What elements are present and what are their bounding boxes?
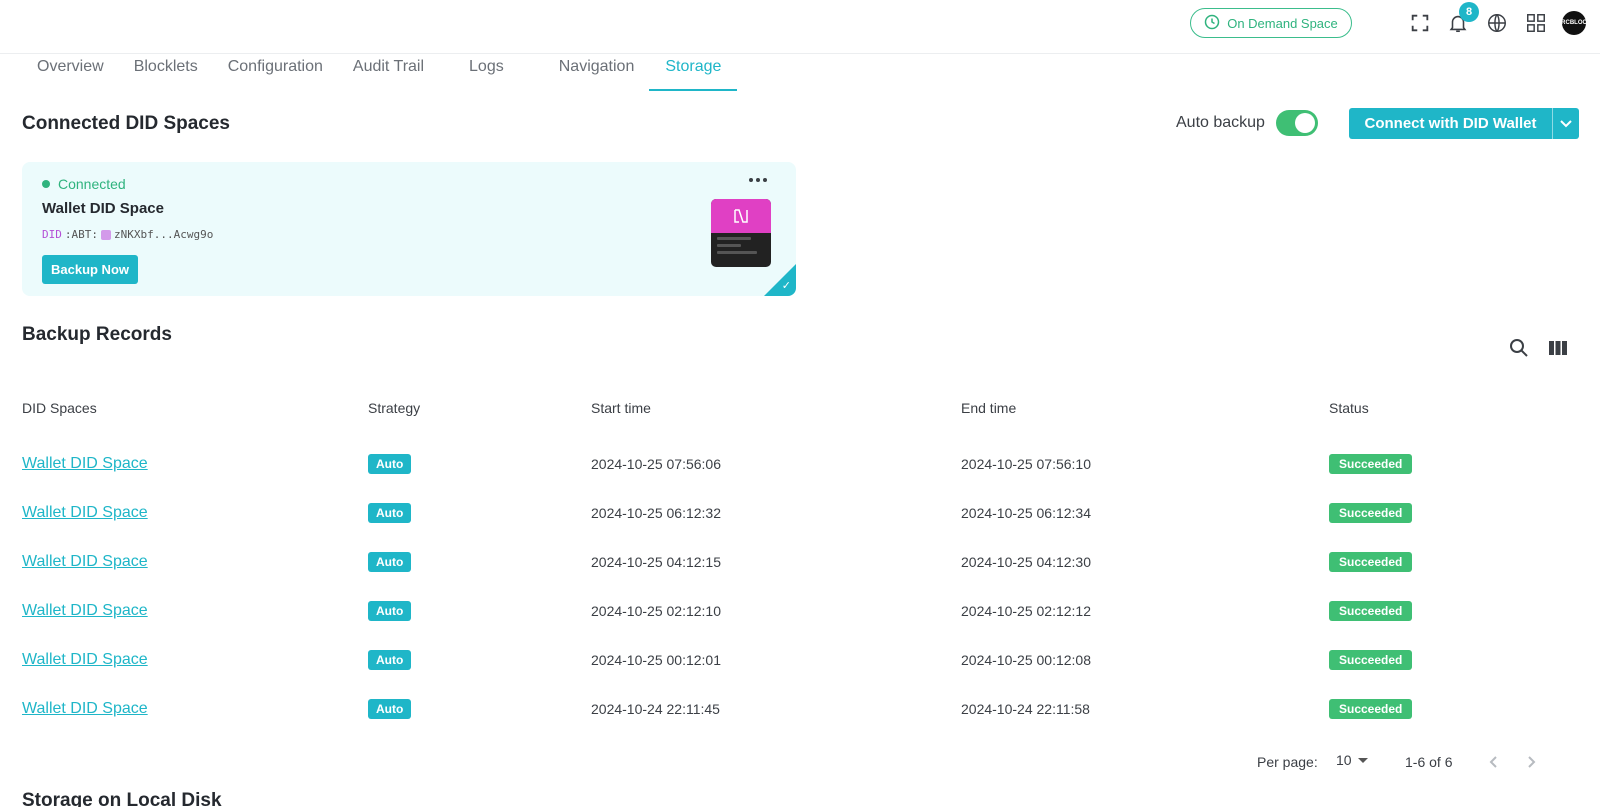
column-header-end-time[interactable]: End time <box>961 400 1016 416</box>
strategy-chip: Auto <box>368 698 412 719</box>
previous-page-icon[interactable] <box>1483 752 1503 772</box>
globe-icon[interactable] <box>1485 11 1509 35</box>
column-header-status[interactable]: Status <box>1329 400 1369 416</box>
notification-badge: 8 <box>1459 2 1479 22</box>
apps-grid-icon[interactable] <box>1524 11 1548 35</box>
start-time: 2024-10-25 07:56:06 <box>591 455 721 472</box>
strategy-chip: Auto <box>368 649 412 670</box>
status-badge: Succeeded <box>1329 600 1413 621</box>
table-row: Wallet DID Space Auto 2024-10-25 07:56:0… <box>0 439 1600 488</box>
top-bar: On Demand Space 8 ARCBLOCK <box>0 0 1600 54</box>
backup-records-title: Backup Records <box>22 324 172 345</box>
did-space-card: Connected Wallet DID Space DID :ABT: zNK… <box>22 162 796 296</box>
table-row: Wallet DID Space Auto 2024-10-25 00:12:0… <box>0 635 1600 684</box>
space-name: Wallet DID Space <box>42 200 164 217</box>
columns-icon[interactable] <box>1546 336 1570 360</box>
strategy-chip: Auto <box>368 551 412 572</box>
space-link[interactable]: Wallet DID Space <box>22 651 148 669</box>
connect-did-wallet-button[interactable]: Connect with DID Wallet <box>1349 108 1579 139</box>
toggle-knob <box>1295 113 1315 133</box>
fullscreen-icon[interactable] <box>1408 11 1432 35</box>
start-time: 2024-10-25 02:12:10 <box>591 602 721 619</box>
space-link[interactable]: Wallet DID Space <box>22 700 148 718</box>
status-dot-icon <box>42 180 50 188</box>
more-options-icon[interactable] <box>748 172 768 188</box>
tab-navigation[interactable]: Navigation <box>544 54 650 91</box>
selected-corner <box>764 264 796 296</box>
page-range: 1-6 of 6 <box>1405 754 1453 770</box>
connection-status: Connected <box>42 176 126 192</box>
strategy-chip: Auto <box>368 600 412 621</box>
end-time: 2024-10-25 00:12:08 <box>961 651 1091 668</box>
next-page-icon[interactable] <box>1522 752 1542 772</box>
search-icon[interactable] <box>1507 336 1531 360</box>
status-badge: Succeeded <box>1329 649 1413 670</box>
table-row: Wallet DID Space Auto 2024-10-24 22:11:4… <box>0 684 1600 733</box>
check-icon: ✓ <box>781 280 791 292</box>
auto-backup-label: Auto backup <box>1176 114 1265 131</box>
space-link[interactable]: Wallet DID Space <box>22 504 148 522</box>
status-badge: Succeeded <box>1329 551 1413 572</box>
table-row: Wallet DID Space Auto 2024-10-25 06:12:3… <box>0 488 1600 537</box>
start-time: 2024-10-25 00:12:01 <box>591 651 721 668</box>
space-link[interactable]: Wallet DID Space <box>22 602 148 620</box>
table-row: Wallet DID Space Auto 2024-10-25 02:12:1… <box>0 586 1600 635</box>
column-header-did-spaces[interactable]: DID Spaces <box>22 400 97 416</box>
start-time: 2024-10-24 22:11:45 <box>591 700 720 717</box>
clock-icon <box>1204 14 1220 33</box>
connected-spaces-title: Connected DID Spaces <box>22 113 230 134</box>
did-avatar-icon <box>101 229 111 240</box>
tab-storage[interactable]: Storage <box>649 54 738 91</box>
did-type: :ABT: <box>64 228 98 241</box>
column-header-strategy[interactable]: Strategy <box>368 400 420 416</box>
end-time: 2024-10-24 22:11:58 <box>961 700 1090 717</box>
tab-configuration[interactable]: Configuration <box>213 54 338 91</box>
start-time: 2024-10-25 06:12:32 <box>591 504 721 521</box>
on-demand-space-button[interactable]: On Demand Space <box>1190 8 1352 38</box>
backup-now-button[interactable]: Backup Now <box>42 255 138 284</box>
column-header-start-time[interactable]: Start time <box>591 400 651 416</box>
per-page-label: Per page: <box>1257 754 1318 770</box>
strategy-chip: Auto <box>368 453 412 474</box>
did-value: zNKXbf...Acwg9o <box>114 228 214 241</box>
auto-backup-toggle[interactable] <box>1276 110 1318 136</box>
on-demand-space-label: On Demand Space <box>1227 15 1338 31</box>
local-disk-title: Storage on Local Disk <box>22 790 222 807</box>
status-badge: Succeeded <box>1329 502 1413 523</box>
end-time: 2024-10-25 04:12:30 <box>961 553 1091 570</box>
end-time: 2024-10-25 07:56:10 <box>961 455 1091 472</box>
table-row: Wallet DID Space Auto 2024-10-25 04:12:1… <box>0 537 1600 586</box>
connect-did-wallet-label[interactable]: Connect with DID Wallet <box>1349 108 1553 139</box>
space-thumbnail <box>711 199 771 267</box>
strategy-chip: Auto <box>368 502 412 523</box>
per-page-select[interactable]: 10 <box>1336 752 1368 768</box>
space-link[interactable]: Wallet DID Space <box>22 553 148 571</box>
status-badge: Succeeded <box>1329 453 1413 474</box>
tab-logs[interactable]: Logs <box>454 54 544 91</box>
per-page-value: 10 <box>1336 752 1352 768</box>
status-badge: Succeeded <box>1329 698 1413 719</box>
tab-audit-trail[interactable]: Audit Trail <box>338 54 454 91</box>
end-time: 2024-10-25 02:12:12 <box>961 602 1091 619</box>
avatar[interactable]: ARCBLOCK <box>1557 11 1591 35</box>
start-time: 2024-10-25 04:12:15 <box>591 553 721 570</box>
tab-blocklets[interactable]: Blocklets <box>119 54 213 91</box>
chevron-down-icon[interactable] <box>1553 108 1579 139</box>
caret-down-icon <box>1357 757 1368 763</box>
tab-bar: Overview Blocklets Configuration Audit T… <box>22 54 738 92</box>
space-link[interactable]: Wallet DID Space <box>22 455 148 473</box>
did-address: DID :ABT: zNKXbf...Acwg9o <box>42 228 213 241</box>
connection-status-label: Connected <box>58 176 126 192</box>
space-logo-icon <box>711 199 771 233</box>
did-prefix: DID <box>42 228 62 241</box>
end-time: 2024-10-25 06:12:34 <box>961 504 1091 521</box>
tab-overview[interactable]: Overview <box>22 54 119 91</box>
